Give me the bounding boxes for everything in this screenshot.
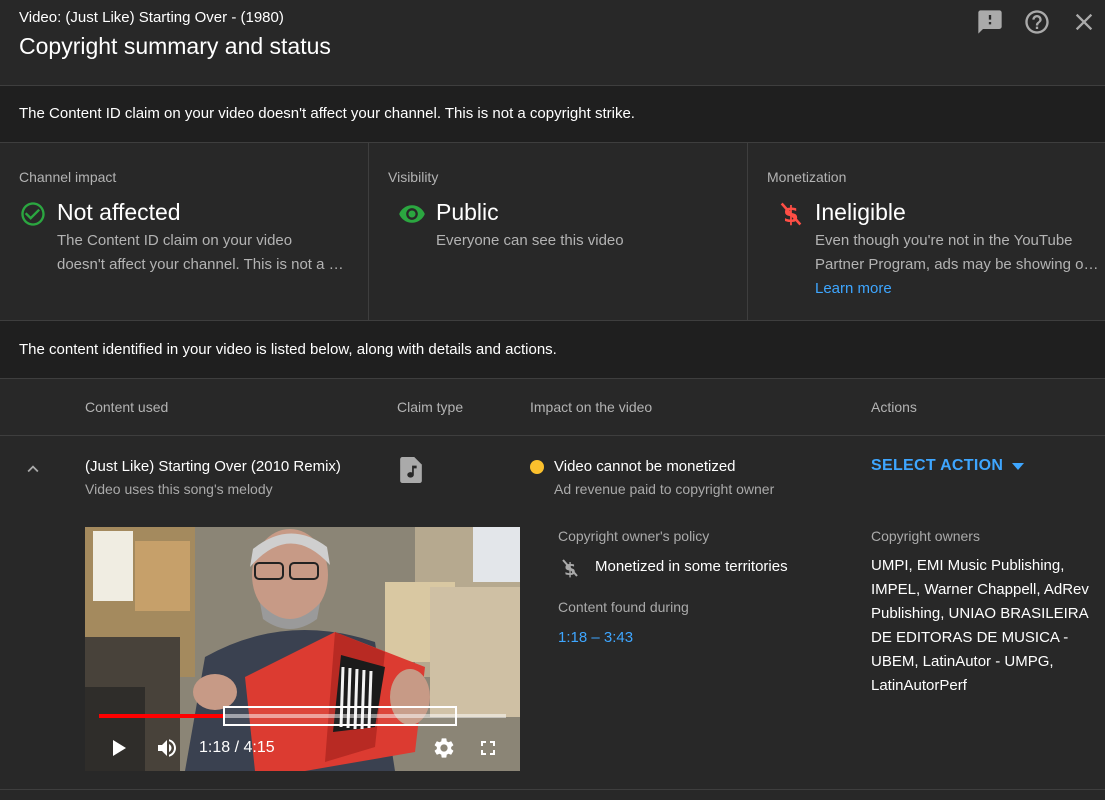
caret-down-icon [1012,463,1024,471]
channel-impact-label: Channel impact [19,169,117,185]
found-during-label: Content found during [558,599,689,615]
table-row: (Just Like) Starting Over (2010 Remix) V… [0,436,1105,790]
claimed-segment-marker [223,706,457,726]
content-notice-text: The content identified in your video is … [19,341,557,358]
claim-notice-bar: The Content ID claim on your video doesn… [0,86,1105,143]
close-icon[interactable] [1070,8,1098,36]
fullscreen-icon[interactable] [476,736,500,760]
copyright-owners-label: Copyright owners [871,528,980,544]
volume-icon[interactable] [155,736,179,760]
column-header-impact: Impact on the video [530,399,653,415]
help-icon[interactable] [1023,8,1051,36]
song-usage: Video uses this song's melody [85,481,273,497]
impact-status-dot [530,460,544,474]
column-header-actions: Actions [871,399,917,415]
monetization-status: Ineligible [815,199,906,225]
dialog-header: Video: (Just Like) Starting Over - (1980… [0,0,1105,86]
channel-impact-desc-line2: doesn't affect your channel. This is not… [57,256,347,273]
monetization-label: Monetization [767,169,847,185]
video-title: Video: (Just Like) Starting Over - (1980… [19,9,284,26]
monetization-desc-line1: Even though you're not in the YouTube [815,232,1073,249]
song-title: (Just Like) Starting Over (2010 Remix) [85,458,341,475]
channel-impact-card: Channel impact Not affected The Content … [0,143,369,321]
claim-notice-text: The Content ID claim on your video doesn… [19,105,635,122]
visibility-card: Visibility Public Everyone can see this … [369,143,748,321]
visibility-label: Visibility [388,169,439,185]
select-action-dropdown[interactable]: SELECT ACTION [871,457,1024,479]
select-action-label: SELECT ACTION [871,457,1004,474]
learn-more-link[interactable]: Learn more [815,280,892,297]
table-header: Content used Claim type Impact on the vi… [0,379,1105,436]
column-header-content-used: Content used [85,399,169,415]
policy-text: Monetized in some territories [595,558,788,575]
column-header-claim-type: Claim type [397,399,464,415]
settings-gear-icon[interactable] [432,736,456,760]
content-notice-bar: The content identified in your video is … [0,321,1105,379]
music-file-icon [399,457,423,483]
visibility-description: Everyone can see this video [436,232,624,249]
status-cards: Channel impact Not affected The Content … [0,143,1105,321]
channel-impact-description: The Content ID claim on your video doesn… [57,229,347,277]
no-money-icon: $ [777,200,805,228]
channel-impact-desc-line1: The Content ID claim on your video [57,232,293,249]
monetized-territories-icon: $ [558,556,582,580]
impact-subtitle: Ad revenue paid to copyright owner [554,481,775,497]
eye-icon [398,200,426,228]
video-frame [85,527,520,771]
monetization-desc-line2: Partner Program, ads may be showing on t… [815,256,1100,273]
channel-impact-status: Not affected [57,199,181,225]
check-circle-icon [19,200,47,228]
video-player[interactable]: 1:18 / 4:15 [85,527,520,771]
play-icon[interactable] [106,736,130,760]
copyright-owners-list: UMPI, EMI Music Publishing, IMPEL, Warne… [871,557,1089,694]
visibility-status: Public [436,199,499,225]
chevron-up-icon[interactable] [22,458,44,480]
impact-title: Video cannot be monetized [554,458,736,475]
feedback-icon[interactable] [976,8,1004,36]
monetization-description: Even though you're not in the YouTube Pa… [815,229,1100,277]
monetization-card: Monetization $ Ineligible Even though yo… [748,143,1105,321]
policy-label: Copyright owner's policy [558,528,710,544]
progress-played [99,714,224,718]
page-title: Copyright summary and status [19,33,331,59]
playback-time: 1:18 / 4:15 [199,739,275,756]
found-during-timestamp[interactable]: 1:18 – 3:43 [558,629,633,646]
